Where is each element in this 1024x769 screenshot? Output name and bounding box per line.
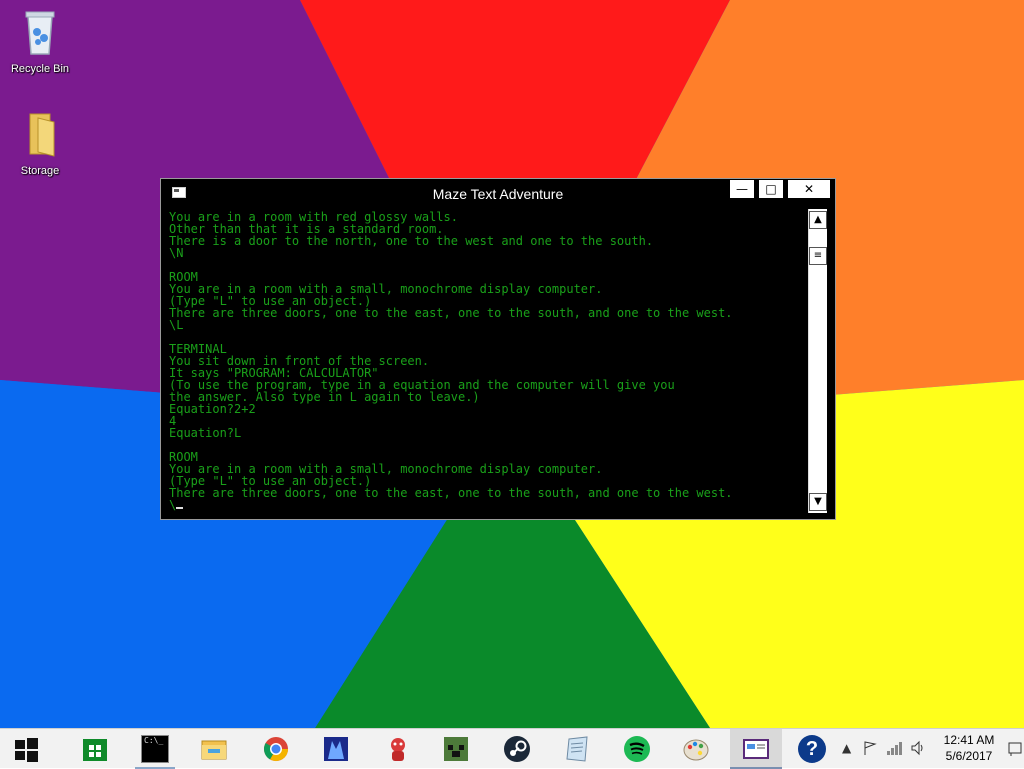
chrome-icon bbox=[263, 737, 288, 762]
taskbar-console-window[interactable] bbox=[730, 729, 782, 769]
spotify-icon bbox=[624, 736, 650, 762]
taskbar-command-prompt[interactable]: C:\_ bbox=[131, 729, 179, 769]
taskbar-notepad[interactable] bbox=[553, 729, 601, 769]
scroll-down-button[interactable]: ▼ bbox=[809, 493, 827, 511]
console-line: \N bbox=[169, 246, 184, 260]
scroll-up-button[interactable]: ▲ bbox=[809, 211, 827, 229]
taskbar-file-explorer[interactable] bbox=[190, 729, 238, 769]
folder-icon bbox=[29, 113, 55, 157]
console-line: There are three doors, one to the east, … bbox=[169, 486, 733, 500]
show-hidden-icons-icon[interactable]: ▲ bbox=[842, 741, 851, 755]
app-icon-1 bbox=[324, 737, 348, 761]
recycle-bin-label: Recycle Bin bbox=[10, 63, 70, 75]
taskbar-help[interactable]: ? bbox=[788, 729, 836, 769]
notepad-icon bbox=[566, 736, 588, 762]
close-button[interactable]: ✕ bbox=[787, 179, 831, 199]
minecraft-icon bbox=[444, 737, 468, 761]
clock-time: 12:41 AM bbox=[943, 733, 995, 747]
command-prompt: \ bbox=[169, 498, 177, 512]
taskbar-store[interactable] bbox=[71, 729, 119, 769]
taskbar-steam[interactable] bbox=[493, 729, 541, 769]
file-explorer-icon bbox=[201, 740, 227, 760]
console-window-icon bbox=[743, 739, 769, 759]
vertical-scrollbar[interactable]: ▲ ≡ ▼ bbox=[808, 209, 827, 513]
text-cursor bbox=[176, 507, 184, 509]
console-line: Equation?L bbox=[169, 426, 242, 440]
clock-date: 5/6/2017 bbox=[945, 749, 993, 763]
title-bar[interactable]: Maze Text Adventure — □ ✕ bbox=[161, 179, 835, 209]
start-button[interactable] bbox=[2, 729, 50, 769]
app-icon-2 bbox=[391, 738, 405, 761]
store-icon bbox=[83, 739, 107, 761]
network-icon[interactable] bbox=[886, 740, 904, 756]
windows-logo-icon bbox=[15, 738, 38, 762]
console-line: There is a door to the north, one to the… bbox=[169, 234, 654, 248]
console-output[interactable]: You are in a room with red glossy walls.… bbox=[169, 211, 809, 515]
console-line: \L bbox=[169, 318, 184, 332]
recycle-bin-icon bbox=[25, 11, 55, 55]
volume-icon[interactable] bbox=[910, 740, 926, 756]
taskbar-paint[interactable] bbox=[672, 729, 720, 769]
command-prompt-icon-label: C:\_ bbox=[144, 736, 164, 745]
notification-icon[interactable] bbox=[1008, 741, 1022, 757]
command-prompt-icon: C:\_ bbox=[141, 735, 169, 763]
console-line: There are three doors, one to the east, … bbox=[169, 306, 733, 320]
console-window[interactable]: Maze Text Adventure — □ ✕ You are in a r… bbox=[160, 178, 836, 520]
steam-icon bbox=[504, 736, 530, 762]
console-line: Equation?2+2 bbox=[169, 402, 256, 416]
taskbar-app-2[interactable] bbox=[374, 729, 422, 769]
storage-folder-shortcut[interactable]: Storage bbox=[0, 110, 80, 177]
paint-icon bbox=[683, 739, 709, 761]
taskbar-minecraft[interactable] bbox=[432, 729, 480, 769]
taskbar-spotify[interactable] bbox=[613, 729, 661, 769]
recycle-bin-shortcut[interactable]: Recycle Bin bbox=[0, 8, 80, 75]
action-center-flag-icon[interactable] bbox=[862, 740, 878, 756]
storage-label: Storage bbox=[20, 165, 60, 177]
maximize-button[interactable]: □ bbox=[758, 179, 784, 199]
clock[interactable]: 12:41 AM 5/6/2017 bbox=[930, 732, 1008, 764]
console-lines: You are in a room with red glossy walls.… bbox=[169, 211, 733, 500]
taskbar-chrome[interactable] bbox=[252, 729, 300, 769]
scroll-thumb[interactable]: ≡ bbox=[809, 247, 827, 265]
taskbar-app-1[interactable] bbox=[312, 729, 360, 769]
taskbar: C:\_ ? ▲ 12:41 AM 5/6/2017 bbox=[0, 728, 1024, 769]
minimize-button[interactable]: — bbox=[729, 179, 755, 199]
help-icon-label: ? bbox=[805, 738, 819, 760]
help-icon: ? bbox=[798, 735, 826, 763]
